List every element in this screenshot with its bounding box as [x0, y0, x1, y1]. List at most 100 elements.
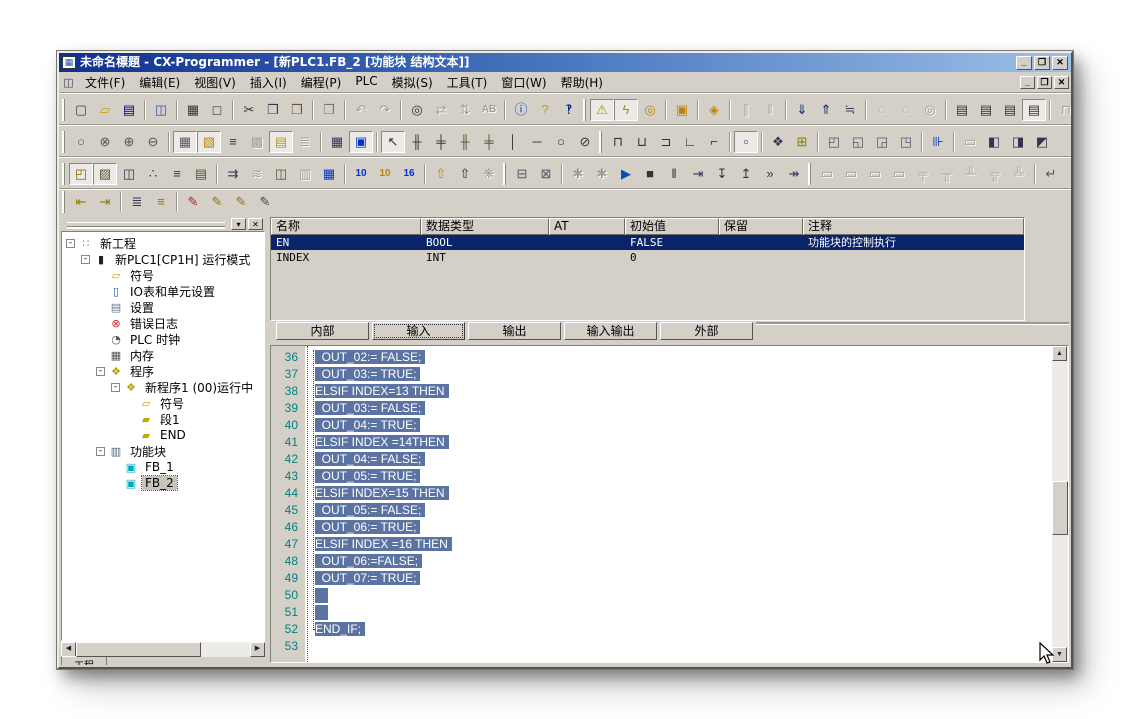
paste-button[interactable]: ❒: [285, 99, 309, 121]
window-left-button[interactable]: ◧: [982, 131, 1006, 153]
tab-输出[interactable]: 输出: [468, 322, 561, 340]
new-diagram-button[interactable]: ▨: [93, 163, 117, 185]
menu-item-3[interactable]: 视图(V): [187, 72, 243, 93]
step-run-button[interactable]: ⊓: [1054, 99, 1071, 121]
tree-item[interactable]: ▣FB_1: [64, 459, 264, 475]
scroll-up-icon[interactable]: ▲: [1052, 346, 1067, 361]
tree-item[interactable]: ▯IO表和单元设置: [64, 283, 264, 299]
paste-program-button[interactable]: ❒: [317, 99, 341, 121]
vertical-line-button[interactable]: │: [501, 131, 525, 153]
child-minimize-button[interactable]: _: [1020, 76, 1035, 89]
fb-library-button[interactable]: ❖: [766, 131, 790, 153]
contact-up-button[interactable]: ╫: [453, 131, 477, 153]
compare-with-plc-button[interactable]: ≒: [838, 99, 862, 121]
watch-hex-button[interactable]: 16: [397, 163, 421, 185]
replace-button[interactable]: ⇄: [429, 99, 453, 121]
scroll-track[interactable]: [1052, 361, 1068, 647]
rung-comment-button[interactable]: ▧: [197, 131, 221, 153]
run-to-end-button[interactable]: ↠: [782, 163, 806, 185]
tree-item[interactable]: -▮新PLC1[CP1H] 运行模式: [64, 251, 264, 267]
code-line[interactable]: 38ELSIF INDEX=13 THEN: [271, 383, 1052, 400]
io-comment-3-button[interactable]: ◲: [870, 131, 894, 153]
zoom-select-button[interactable]: ○: [69, 131, 93, 153]
run-fast-button[interactable]: »: [758, 163, 782, 185]
work-online-button[interactable]: ⚠: [590, 99, 614, 121]
code-line[interactable]: 44ELSIF INDEX=15 THEN: [271, 485, 1052, 502]
tree-horizontal-scrollbar[interactable]: ◀ ▶: [61, 641, 265, 656]
scroll-thumb[interactable]: [76, 642, 201, 657]
watch-decimal-button[interactable]: 10: [349, 163, 373, 185]
menu-item-9[interactable]: 窗口(W): [494, 72, 553, 93]
sim-tool-1-button[interactable]: ╤: [911, 163, 935, 185]
fb-new-button[interactable]: ⊞: [790, 131, 814, 153]
expander-icon[interactable]: -: [96, 367, 105, 376]
edit-pen-red-button[interactable]: ✎: [181, 191, 205, 213]
vertical-down-button[interactable]: ∟: [678, 131, 702, 153]
io-comment-4-button[interactable]: ◳: [894, 131, 918, 153]
pause-a-button[interactable]: ∥: [734, 99, 758, 121]
line-delete-button[interactable]: ⌐: [702, 131, 726, 153]
restore-button[interactable]: ❐: [1034, 56, 1050, 70]
tree-item[interactable]: ▰段1: [64, 411, 264, 427]
code-line[interactable]: 43 OUT_05:= TRUE;: [271, 468, 1052, 485]
org-window-button[interactable]: ∴: [141, 163, 165, 185]
coil-closed-button[interactable]: ⊘: [573, 131, 597, 153]
title-bar[interactable]: ▦ 未命名標題 - CX-Programmer - [新PLC1.FB_2 [功…: [59, 53, 1071, 72]
monitor-find-button[interactable]: ◎: [638, 99, 662, 121]
smart-input-button[interactable]: ▦: [325, 131, 349, 153]
coil-set-button[interactable]: ⊓: [606, 131, 630, 153]
expander-icon[interactable]: -: [81, 255, 90, 264]
child-restore-button[interactable]: ❐: [1037, 76, 1052, 89]
tree-item[interactable]: ▱符号: [64, 267, 264, 283]
ladder-view-button[interactable]: ▤: [269, 131, 293, 153]
find-button[interactable]: ◎: [405, 99, 429, 121]
column-header-1[interactable]: 数据类型: [421, 218, 549, 235]
replace-all-button[interactable]: ⇅: [453, 99, 477, 121]
editor-vertical-scrollbar[interactable]: ▲ ▼: [1052, 346, 1068, 662]
indent-increase-button[interactable]: ⇥: [93, 191, 117, 213]
io-comment-2-button[interactable]: ◱: [846, 131, 870, 153]
cross-reference-button[interactable]: ⇉: [221, 163, 245, 185]
sim-tool-4-button[interactable]: ╦: [983, 163, 1007, 185]
table-row[interactable]: INDEXINT0: [271, 250, 1024, 265]
save-button[interactable]: ▤: [117, 99, 141, 121]
code-line[interactable]: 51: [271, 604, 1052, 621]
sim-pause-button[interactable]: ‖: [662, 163, 686, 185]
online-hand-2-button[interactable]: ✱: [590, 163, 614, 185]
st-code-editor[interactable]: 36 OUT_02:= FALSE;37 OUT_03:= TRUE;38ELS…: [270, 345, 1069, 663]
watch-window-button[interactable]: ◫: [117, 163, 141, 185]
address-book-button[interactable]: ◫: [269, 163, 293, 185]
close-button[interactable]: ✕: [1052, 56, 1068, 70]
code-line[interactable]: 53: [271, 638, 1052, 655]
output-window-button[interactable]: ≡: [165, 163, 189, 185]
column-header-5[interactable]: 注释: [803, 218, 1024, 235]
io-grid-button[interactable]: ▦: [317, 163, 341, 185]
menu-item-7[interactable]: 模拟(S): [385, 72, 440, 93]
io-comment-1-button[interactable]: ◰: [822, 131, 846, 153]
window-check-button[interactable]: ◩: [1030, 131, 1054, 153]
expander-icon[interactable]: -: [66, 239, 75, 248]
prog-monitor-2-button[interactable]: ◌: [894, 99, 918, 121]
sim-tool-3-button[interactable]: ╨: [959, 163, 983, 185]
indent-decrease-button[interactable]: ⇤: [69, 191, 93, 213]
toolbar-grip[interactable]: [62, 99, 65, 121]
sim-tool-5-button[interactable]: ╩: [1007, 163, 1031, 185]
tree-item[interactable]: ▰END: [64, 427, 264, 443]
scroll-left-icon[interactable]: ◀: [61, 642, 76, 657]
show-grid-button[interactable]: ▦: [173, 131, 197, 153]
watch-decimal-signed-button[interactable]: 10: [373, 163, 397, 185]
tree-item[interactable]: ▤设置: [64, 299, 264, 315]
step-over-button[interactable]: ⇥: [686, 163, 710, 185]
toolbar-grip[interactable]: [808, 163, 811, 185]
toolbar-grip[interactable]: [62, 191, 65, 213]
edit-pen-dark-button[interactable]: ✎: [253, 191, 277, 213]
scroll-track[interactable]: [76, 642, 250, 657]
tree-item[interactable]: ⊗错误日志: [64, 315, 264, 331]
tab-输入输出[interactable]: 输入输出: [564, 322, 657, 340]
expander-icon[interactable]: -: [111, 383, 120, 392]
zoom-out-button[interactable]: ⊖: [141, 131, 165, 153]
toolbar-grip[interactable]: [62, 131, 65, 153]
toolbar-grip[interactable]: [62, 163, 65, 185]
tree-item[interactable]: -❖新程序1 (00)运行中: [64, 379, 264, 395]
code-line[interactable]: 41ELSIF INDEX =14THEN: [271, 434, 1052, 451]
